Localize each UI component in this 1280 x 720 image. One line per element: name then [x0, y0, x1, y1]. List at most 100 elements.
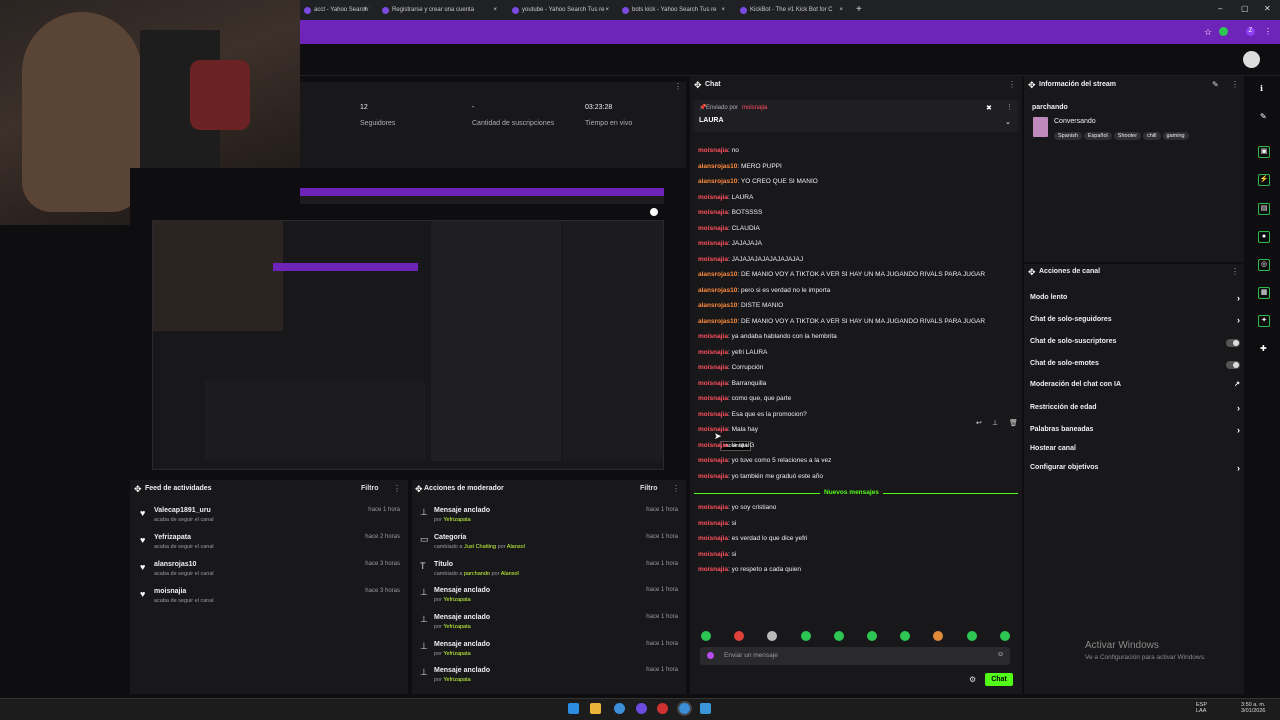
browser-tab[interactable]: KickBot - The #1 Kick Bot for C ×: [736, 3, 846, 18]
feed-username[interactable]: alansrojas10: [154, 561, 196, 568]
chat-message[interactable]: moisnajia: si: [698, 520, 736, 527]
chat-username[interactable]: alansrojas10: [698, 302, 737, 309]
chat-username[interactable]: moisnajia: [698, 520, 728, 527]
channel-action-item[interactable]: Chat de solo-seguidores ›: [1030, 315, 1240, 330]
tab-close-icon[interactable]: ×: [363, 3, 367, 18]
sidebar-broadcast-icon[interactable]: ◎: [1258, 259, 1270, 271]
chat-username[interactable]: alansrojas10: [698, 178, 737, 185]
sidebar-tools-icon[interactable]: ✦: [1258, 315, 1270, 327]
delete-icon[interactable]: 🗑: [1009, 419, 1018, 427]
chat-username[interactable]: alansrojas10: [698, 318, 737, 325]
chat-username[interactable]: moisnajia: [698, 225, 728, 232]
chat-username[interactable]: alansrojas10: [698, 271, 737, 278]
stream-tag[interactable]: gaming: [1162, 132, 1189, 140]
chat-username[interactable]: moisnajia: [698, 395, 728, 402]
chevron-right-icon[interactable]: ›: [1237, 425, 1240, 435]
browser-tab[interactable]: youtube - Yahoo Search Tus re ×: [508, 3, 612, 18]
chat-message[interactable]: moisnajia: BOTSSSS: [698, 209, 762, 216]
chat-message[interactable]: moisnajia: yo también me graduó este año: [698, 473, 823, 480]
feed-username[interactable]: Yefrizapata: [154, 534, 191, 541]
detail-highlight[interactable]: Yefrizapata: [443, 624, 470, 630]
chat-message[interactable]: alansrojas10: DE MANIO VOY A TIKTOK A VE…: [698, 318, 985, 325]
browser-tab[interactable]: bots kick - Yahoo Search Tus re ×: [618, 3, 728, 18]
activity-feed-menu-icon[interactable]: ⋮: [393, 484, 401, 493]
channel-action-item[interactable]: Palabras baneadas ›: [1030, 425, 1240, 440]
browser-tab[interactable]: Registrarse y crear una cuenta ×: [378, 3, 500, 18]
sidebar-list-icon[interactable]: ▦: [1258, 287, 1270, 299]
browser-menu-icon[interactable]: ⋮: [1264, 27, 1272, 36]
sidebar-lightning-icon[interactable]: ⚡: [1258, 174, 1270, 186]
bookmark-star-icon[interactable]: ☆: [1204, 27, 1212, 38]
toggle-switch[interactable]: [1226, 361, 1240, 369]
browser-active-icon[interactable]: [679, 703, 690, 714]
emoji-icon[interactable]: ☺: [997, 651, 1004, 658]
send-chat-button[interactable]: Chat: [985, 673, 1013, 686]
info-icon[interactable]: ℹ: [1260, 84, 1263, 93]
chat-message[interactable]: moisnajia: yo respeto a cada quien: [698, 566, 801, 573]
chat-username[interactable]: moisnajia: [698, 364, 728, 371]
chat-message[interactable]: moisnajia: es verdad lo que dice yefri: [698, 535, 808, 542]
chat-username[interactable]: moisnajia: [698, 333, 728, 340]
emote-button[interactable]: [999, 631, 1010, 641]
chat-message[interactable]: moisnajia: yefri LAURA: [698, 349, 767, 356]
chat-username[interactable]: moisnajia: [698, 147, 728, 154]
chat-username[interactable]: moisnajia: [698, 256, 728, 263]
emote-button[interactable]: [966, 631, 977, 641]
chat-username[interactable]: moisnajia: [698, 426, 728, 433]
chat-drag-icon[interactable]: ✥: [694, 80, 702, 91]
chat-message[interactable]: moisnajia: CLAUDIA: [698, 225, 760, 232]
chat-username[interactable]: alansrojas10: [698, 163, 737, 170]
detail-highlight[interactable]: Yefrizapata: [443, 677, 470, 683]
pinned-menu-icon[interactable]: ⋮: [1006, 103, 1013, 111]
chat-menu-icon[interactable]: ⋮: [1008, 80, 1016, 89]
sidebar-stats-icon[interactable]: ▣: [1258, 146, 1270, 158]
detail-highlight[interactable]: parchando: [464, 571, 490, 577]
message-pin-icon[interactable]: ⊥: [992, 419, 998, 427]
chat-settings-icon[interactable]: ⚙: [969, 675, 976, 684]
emote-button[interactable]: [701, 631, 711, 641]
chat-message[interactable]: moisnajia: Esa que es la promocion?: [698, 411, 807, 418]
detail-highlight[interactable]: Yefrizapata: [443, 597, 470, 603]
detail-highlight[interactable]: Yefrizapata: [443, 651, 470, 657]
pinned-message[interactable]: 📌 Enviado por moisnajia LAURA ✖ ⋮ ⌄: [694, 100, 1018, 132]
close-window-button[interactable]: ✕: [1264, 4, 1271, 13]
tab-close-icon[interactable]: ×: [493, 3, 497, 18]
chat-message[interactable]: moisnajia: como que, que parte: [698, 395, 791, 402]
feed-username[interactable]: Valecap1891_uru: [154, 507, 211, 514]
chat-message[interactable]: moisnajia: LAURA: [698, 194, 753, 201]
emote-button[interactable]: [833, 631, 844, 641]
chat-message[interactable]: alansrojas10: MERO PUPPI: [698, 163, 782, 170]
stream-tag[interactable]: Español: [1083, 132, 1112, 140]
chat-username[interactable]: moisnajia: [698, 209, 728, 216]
chat-username[interactable]: moisnajia: [698, 349, 728, 356]
chat-message[interactable]: moisnajia: si: [698, 551, 736, 558]
chat-username[interactable]: moisnajia: [698, 380, 728, 387]
activity-feed-filter[interactable]: Filtro: [361, 485, 379, 492]
new-tab-button[interactable]: +: [856, 4, 862, 15]
channel-action-item[interactable]: Chat de solo-suscriptores: [1030, 338, 1240, 352]
unpin-icon[interactable]: ✖: [986, 104, 992, 112]
sidebar-chat-icon[interactable]: ●: [1258, 231, 1270, 243]
mod-actions-filter[interactable]: Filtro: [640, 485, 658, 492]
chat-username[interactable]: moisnajia: [698, 473, 728, 480]
emote-button[interactable]: [867, 631, 877, 641]
chat-message[interactable]: moisnajia: ya andaba hablando con la hem…: [698, 333, 837, 340]
chat-username[interactable]: moisnajia: [698, 442, 728, 449]
obs-icon[interactable]: [636, 703, 647, 714]
chat-username[interactable]: moisnajia: [698, 194, 728, 201]
chat-username[interactable]: moisnajia: [698, 535, 728, 542]
chevron-right-icon[interactable]: ›: [1237, 315, 1240, 325]
stream-tag[interactable]: Shooter: [1113, 132, 1142, 140]
toggle-switch[interactable]: [1226, 339, 1240, 347]
tab-close-icon[interactable]: ×: [721, 3, 725, 18]
maximize-button[interactable]: ▢: [1241, 4, 1249, 13]
channel-action-item[interactable]: Hostear canal: [1030, 445, 1240, 459]
feed-username[interactable]: moisnajia: [154, 588, 186, 595]
browser-tab[interactable]: acct - Yahoo Search T ×: [300, 3, 370, 18]
sidebar-video-icon[interactable]: ▤: [1258, 203, 1270, 215]
stats-menu-icon[interactable]: ⋮: [674, 82, 682, 91]
emote-button[interactable]: [800, 631, 811, 641]
chevron-right-icon[interactable]: ›: [1237, 403, 1240, 413]
reply-icon[interactable]: ↩: [976, 419, 982, 427]
profile-avatar[interactable]: Z: [1246, 27, 1255, 36]
